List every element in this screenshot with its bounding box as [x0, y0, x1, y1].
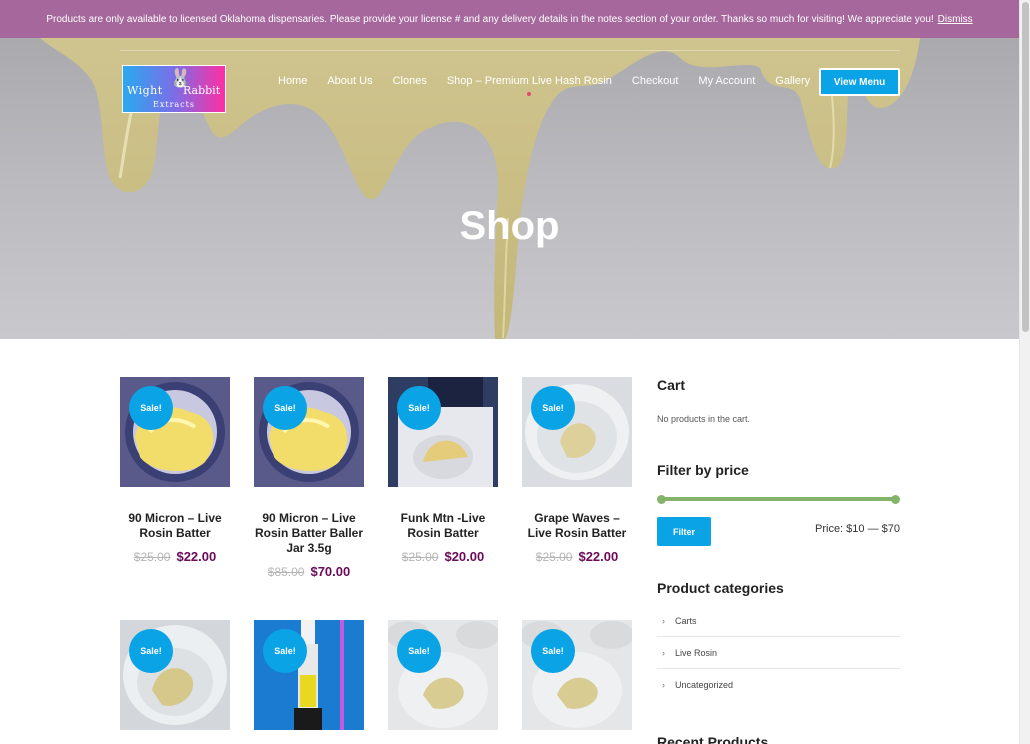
hero: 🐰 Wight Rabbit Extracts Home About Us Cl… — [0, 38, 1019, 339]
filter-widget-title: Filter by price — [657, 462, 749, 478]
dismiss-link[interactable]: Dismiss — [938, 14, 973, 25]
product-image[interactable]: Sale! — [388, 620, 498, 730]
cart-empty-message: No products in the cart. — [657, 414, 751, 424]
sale-badge: Sale! — [263, 386, 307, 430]
chevron-right-icon: › — [662, 647, 665, 658]
nav-home[interactable]: Home — [278, 75, 307, 87]
store-notice-text: Products are only available to licensed … — [46, 13, 934, 25]
regular-price: $25.00 — [535, 550, 573, 564]
sale-badge: Sale! — [531, 386, 575, 430]
nav-shop[interactable]: Shop – Premium Live Hash Rosin — [447, 75, 612, 96]
category-label[interactable]: Uncategorized — [675, 680, 733, 690]
category-label[interactable]: Live Rosin — [675, 648, 717, 658]
nav-my-account[interactable]: My Account — [698, 75, 755, 87]
price-slider-range — [661, 497, 896, 501]
product-title[interactable]: 90 Micron – Live Rosin Batter Baller Jar… — [254, 511, 364, 556]
product-card[interactable]: Sale! Funk Mtn -Live Rosin Batter $25.00… — [388, 377, 498, 564]
product-price: $85.00 $70.00 — [254, 564, 364, 579]
product-card[interactable]: Sale! — [120, 620, 230, 730]
product-image[interactable]: Sale! — [388, 377, 498, 487]
product-price: $25.00 $22.00 — [120, 549, 230, 564]
product-card[interactable]: Sale! Grape Waves – Live Rosin Batter $2… — [522, 377, 632, 564]
site-logo[interactable]: 🐰 Wight Rabbit Extracts — [122, 65, 226, 113]
category-item[interactable]: › Live Rosin — [657, 637, 900, 669]
sale-badge: Sale! — [531, 629, 575, 673]
header-divider — [120, 50, 900, 51]
logo-word-3: Extracts — [153, 100, 195, 109]
product-image[interactable]: Sale! — [254, 377, 364, 487]
category-item[interactable]: › Uncategorized — [657, 669, 900, 701]
price-range-label: Price: $10 — $70 — [815, 523, 900, 535]
product-card[interactable]: Sale! — [522, 620, 632, 730]
chevron-right-icon: › — [662, 680, 665, 690]
cart-widget-title: Cart — [657, 377, 686, 393]
product-title[interactable]: Funk Mtn -Live Rosin Batter — [388, 511, 498, 541]
logo-word-2: Rabbit — [183, 84, 221, 97]
product-title[interactable]: Grape Waves – Live Rosin Batter — [522, 511, 632, 541]
product-card[interactable]: Sale! 90 Micron – Live Rosin Batter $25.… — [120, 377, 230, 564]
product-image[interactable]: Sale! — [254, 620, 364, 730]
product-image[interactable]: Sale! — [120, 620, 230, 730]
view-menu-button[interactable]: View Menu — [819, 68, 900, 96]
categories-widget-title: Product categories — [657, 580, 784, 596]
sale-badge: Sale! — [397, 629, 441, 673]
sale-price: $20.00 — [444, 549, 485, 564]
category-list: › Carts › Live Rosin › Uncategorized — [657, 605, 900, 701]
sale-badge: Sale! — [397, 386, 441, 430]
sale-price: $22.00 — [578, 549, 619, 564]
sale-price: $22.00 — [176, 549, 217, 564]
product-card[interactable]: Sale! — [388, 620, 498, 730]
store-notice: Products are only available to licensed … — [0, 0, 1019, 38]
product-card[interactable]: Sale! 90 Micron – Live Rosin Batter Ball… — [254, 377, 364, 579]
main-nav: Home About Us Clones Shop – Premium Live… — [278, 75, 830, 96]
sale-price: $70.00 — [310, 564, 351, 579]
regular-price: $25.00 — [133, 550, 171, 564]
sale-badge: Sale! — [263, 629, 307, 673]
nav-gallery[interactable]: Gallery — [775, 75, 810, 87]
page-scrollbar[interactable] — [1019, 0, 1030, 744]
nav-checkout[interactable]: Checkout — [632, 75, 678, 87]
logo-word-1: Wight — [127, 84, 163, 97]
page: Products are only available to licensed … — [0, 0, 1030, 744]
nav-clones[interactable]: Clones — [393, 75, 427, 87]
product-image[interactable]: Sale! — [522, 620, 632, 730]
sale-badge: Sale! — [129, 629, 173, 673]
regular-price: $25.00 — [401, 550, 439, 564]
recent-products-title: Recent Products — [657, 734, 769, 744]
category-label[interactable]: Carts — [675, 616, 697, 626]
product-title[interactable]: 90 Micron – Live Rosin Batter — [120, 511, 230, 541]
chevron-right-icon: › — [662, 615, 665, 626]
product-price: $25.00 $20.00 — [388, 549, 498, 564]
page-title: Shop — [459, 204, 560, 248]
nav-about-us[interactable]: About Us — [327, 75, 372, 87]
sale-badge: Sale! — [129, 386, 173, 430]
scrollbar-thumb[interactable] — [1022, 2, 1029, 332]
regular-price: $85.00 — [267, 565, 305, 579]
product-image[interactable]: Sale! — [522, 377, 632, 487]
product-image[interactable]: Sale! — [120, 377, 230, 487]
filter-button[interactable]: Filter — [657, 517, 711, 546]
category-item[interactable]: › Carts — [657, 605, 900, 637]
price-slider-max-handle[interactable] — [891, 495, 900, 504]
product-card[interactable]: Sale! — [254, 620, 364, 730]
price-slider-min-handle[interactable] — [657, 495, 666, 504]
price-slider[interactable] — [657, 495, 900, 504]
product-price: $25.00 $22.00 — [522, 549, 632, 564]
